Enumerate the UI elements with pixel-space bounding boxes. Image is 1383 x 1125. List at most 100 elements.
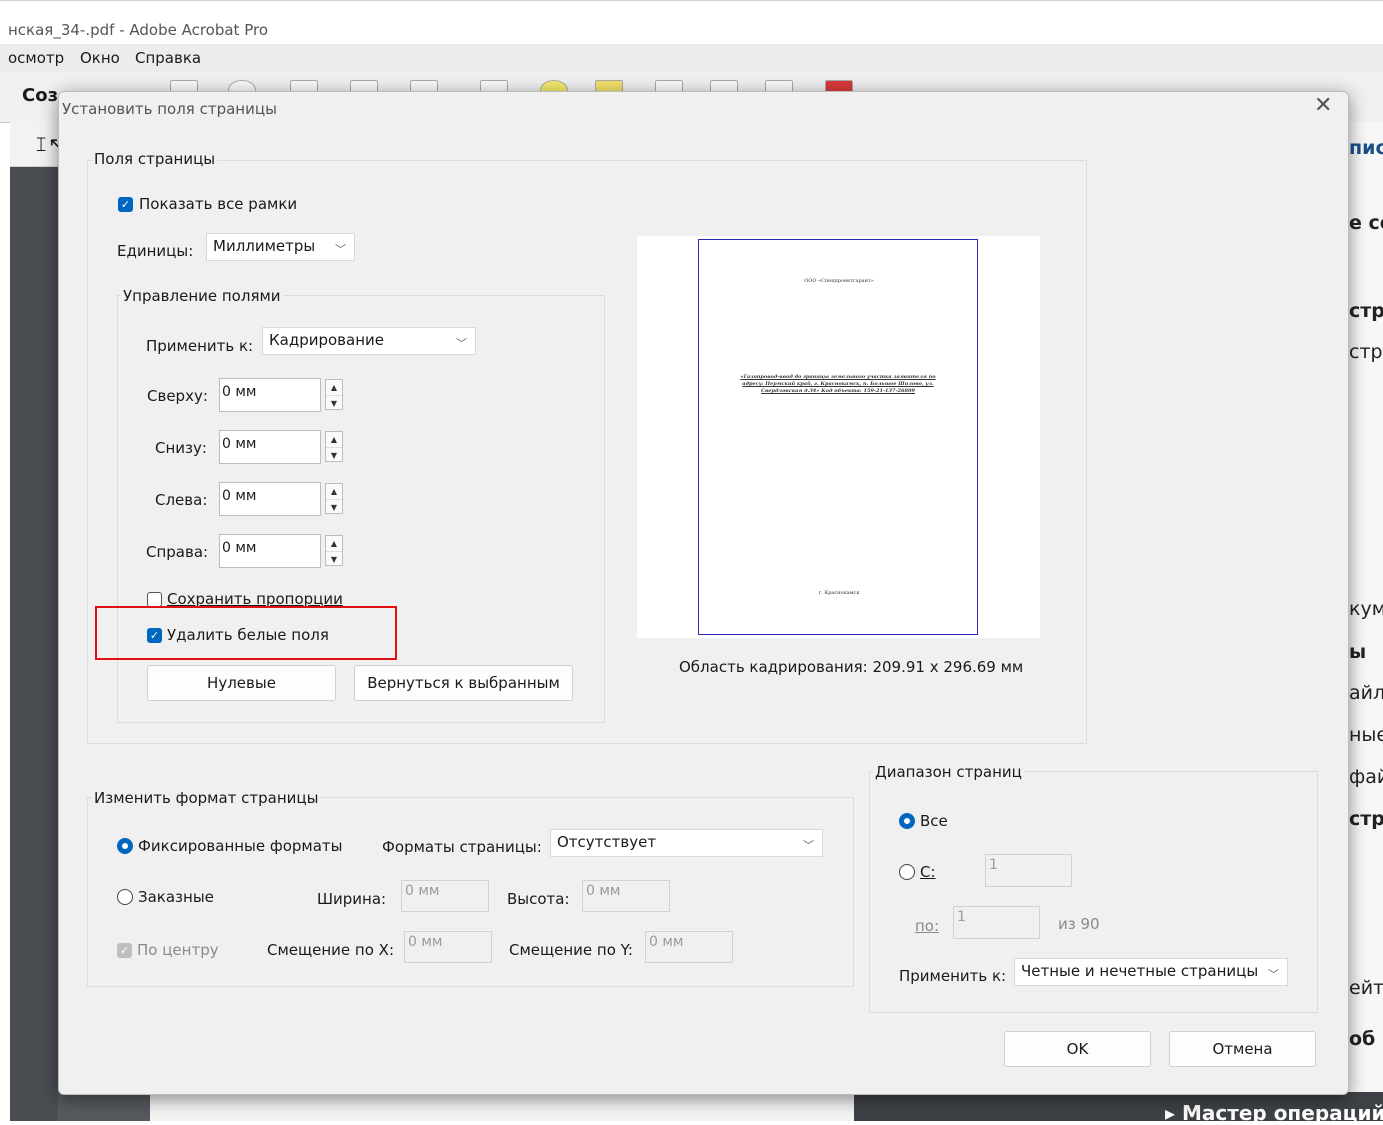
revert-to-selected-button[interactable]: Вернуться к выбранным <box>354 665 573 701</box>
bottom-margin-stepper[interactable]: ▲ ▼ <box>325 431 343 462</box>
page-formats-value: Отсутствует <box>557 833 657 851</box>
custom-size-radio[interactable]: Заказные <box>117 888 214 906</box>
margin-controls-label: Управление полями <box>121 287 283 305</box>
ok-button[interactable]: OK <box>1004 1031 1151 1067</box>
height-input[interactable]: 0 мм <box>582 880 670 912</box>
chevron-down-icon: ﹀ <box>335 243 346 256</box>
from-page-label: С: <box>920 863 936 881</box>
apply-to-select[interactable]: Кадрирование ﹀ <box>262 327 476 355</box>
offset-x-label: Смещение по X: <box>267 941 395 959</box>
crop-box-frame: ООО «Спецпроектгарант» «Газопровод-ввод … <box>698 239 978 635</box>
center-checkbox[interactable]: ✓ По центру <box>117 941 219 959</box>
arrow-up-icon[interactable]: ▲ <box>326 432 342 448</box>
arrow-down-icon[interactable]: ▼ <box>326 552 342 567</box>
ok-button-label: OK <box>1066 1040 1089 1058</box>
page-count-text: из 90 <box>1058 915 1100 933</box>
right-margin-label: Справа: <box>146 543 209 561</box>
menu-window[interactable]: Окно <box>80 49 120 67</box>
fixed-sizes-label: Фиксированные форматы <box>138 837 343 855</box>
fixed-sizes-radio[interactable]: Фиксированные форматы <box>117 837 343 855</box>
top-margin-label: Сверху: <box>147 387 208 405</box>
width-label: Ширина: <box>317 890 387 908</box>
arrow-up-icon[interactable]: ▲ <box>326 484 342 500</box>
crop-area-label: Область кадрирования: 209.91 x 296.69 мм <box>679 658 1024 676</box>
apply-to-select-value: Кадрирование <box>269 331 384 349</box>
bottom-margin-label: Снизу: <box>155 439 207 457</box>
checkbox-disabled-icon: ✓ <box>117 942 132 958</box>
page-formats-select[interactable]: Отсутствует ﹀ <box>550 829 823 857</box>
chevron-down-icon: ﹀ <box>456 337 467 350</box>
right-pane-text: стра <box>1349 300 1383 322</box>
right-pane-text: стра <box>1349 808 1383 830</box>
right-task-pane <box>1347 122 1383 1121</box>
range-apply-to-select[interactable]: Четные и нечетные страницы ﹀ <box>1014 958 1288 986</box>
right-margin-stepper[interactable]: ▲ ▼ <box>325 535 343 566</box>
from-page-input[interactable]: 1 <box>985 854 1072 887</box>
chevron-down-icon: ﹀ <box>1268 968 1279 981</box>
page-range-group-label: Диапазон страниц <box>873 763 1024 781</box>
range-apply-to-label: Применить к: <box>899 967 1007 985</box>
radio-selected-icon <box>117 838 133 854</box>
toolbar-create-label[interactable]: Соз <box>22 85 58 106</box>
offset-x-input[interactable]: 0 мм <box>404 931 492 963</box>
page-size-group-label: Изменить формат страницы <box>92 789 321 807</box>
menu-view[interactable]: осмотр <box>8 49 64 67</box>
close-icon[interactable]: ✕ <box>1314 93 1332 118</box>
center-label: По центру <box>137 941 219 959</box>
dialog-title: Установить поля страницы <box>62 100 277 118</box>
right-pane-text: ные <box>1349 724 1383 746</box>
width-input[interactable]: 0 мм <box>401 880 489 912</box>
left-margin-stepper[interactable]: ▲ ▼ <box>325 483 343 514</box>
show-all-boxes-label: Показать все рамки <box>139 195 298 213</box>
arrow-down-icon[interactable]: ▼ <box>326 396 342 411</box>
from-page-radio[interactable]: С: <box>899 863 936 881</box>
left-margin-label: Слева: <box>155 491 208 509</box>
zero-button[interactable]: Нулевые <box>147 665 336 701</box>
bottom-margin-input[interactable]: 0 мм <box>219 430 321 464</box>
right-pane-text: ы <box>1349 641 1367 663</box>
arrow-up-icon[interactable]: ▲ <box>326 380 342 396</box>
top-margin-stepper[interactable]: ▲ ▼ <box>325 379 343 410</box>
checkbox-unchecked-icon <box>147 591 162 607</box>
menu-help[interactable]: Справка <box>135 49 201 67</box>
arrow-down-icon[interactable]: ▼ <box>326 500 342 515</box>
preview-header-text: ООО «Спецпроектгарант» <box>804 278 874 284</box>
left-margin-input[interactable]: 0 мм <box>219 482 321 516</box>
arrow-down-icon[interactable]: ▼ <box>326 448 342 463</box>
to-page-label: по: <box>915 917 940 935</box>
preview-title-text: «Газопровод-ввод до границы земельного у… <box>740 374 936 394</box>
right-pane-text: куме <box>1349 598 1383 620</box>
preview-footer-text: г. Краснокамск <box>818 590 860 596</box>
menu-bar: осмотр Окно Справка <box>0 44 1383 72</box>
right-pane-text: пис <box>1349 137 1383 159</box>
to-page-input[interactable]: 1 <box>953 906 1040 939</box>
right-pane-text: стра <box>1349 341 1383 363</box>
checkbox-checked-icon: ✓ <box>118 196 133 212</box>
right-pane-text: айла <box>1349 682 1383 704</box>
window-title: нская_34-.pdf - Adobe Acrobat Pro <box>8 21 269 39</box>
right-margin-input[interactable]: 0 мм <box>219 534 321 568</box>
action-wizard-label[interactable]: ▸ Мастер операций <box>1165 1101 1383 1125</box>
chevron-down-icon: ﹀ <box>803 839 814 852</box>
offset-y-input[interactable]: 0 мм <box>645 931 733 963</box>
range-apply-to-value: Четные и нечетные страницы <box>1021 962 1259 980</box>
apply-to-label: Применить к: <box>146 337 254 355</box>
zero-button-label: Нулевые <box>207 674 276 692</box>
all-pages-radio[interactable]: Все <box>899 812 948 830</box>
offset-y-label: Смещение по Y: <box>509 941 633 959</box>
margins-group-label: Поля страницы <box>92 150 218 168</box>
cancel-button[interactable]: Отмена <box>1169 1031 1316 1067</box>
arrow-up-icon[interactable]: ▲ <box>326 536 342 552</box>
top-margin-input[interactable]: 0 мм <box>219 378 321 412</box>
show-all-boxes-checkbox[interactable]: ✓ Показать все рамки <box>118 195 297 213</box>
right-pane-text: е со <box>1349 212 1383 234</box>
units-select[interactable]: Миллиметры ﹀ <box>206 233 355 261</box>
revert-button-label: Вернуться к выбранным <box>367 674 560 692</box>
red-highlight-box <box>95 606 397 660</box>
right-pane-text: ейтс <box>1349 977 1383 999</box>
units-label: Единицы: <box>117 242 194 260</box>
app-titlebar: нская_34-.pdf - Adobe Acrobat Pro <box>0 0 1383 45</box>
bottom-strip <box>150 1092 854 1121</box>
custom-size-label: Заказные <box>138 888 214 906</box>
radio-unselected-icon <box>899 864 915 880</box>
